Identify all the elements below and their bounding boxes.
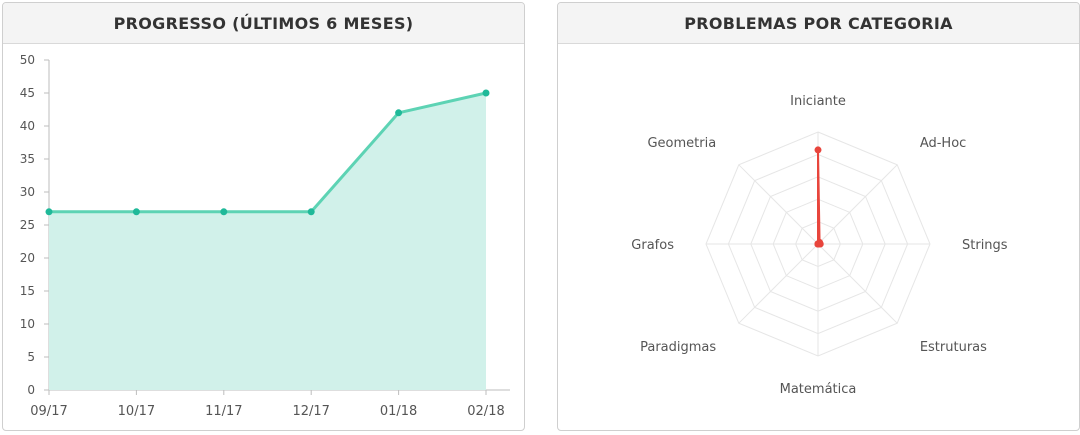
data-point: [395, 109, 403, 117]
x-tick-label: 09/17: [30, 404, 67, 419]
data-point: [132, 208, 140, 216]
radar-series-polygon: [817, 148, 822, 245]
x-tick-label: 11/17: [205, 404, 242, 419]
progress-panel-title: PROGRESSO (ÚLTIMOS 6 MESES): [3, 3, 524, 44]
x-tick-label: 12/17: [292, 404, 329, 419]
radar-data-point: [814, 146, 822, 154]
radar-axis-label: Ad-Hoc: [920, 136, 966, 151]
data-point: [482, 89, 490, 97]
categories-panel: PROBLEMAS POR CATEGORIA Iniciante Ad-Hoc S…: [557, 2, 1080, 431]
radar-axis-label: Grafos: [631, 238, 674, 253]
radar-data-point: [814, 240, 822, 248]
y-tick-label: 30: [20, 185, 35, 199]
radar-axis-label: Strings: [962, 238, 1008, 253]
y-tick-label: 25: [20, 218, 35, 232]
x-tick-label: 10/17: [118, 404, 155, 419]
y-tick-label: 20: [20, 251, 35, 265]
y-tick-label: 50: [20, 53, 35, 67]
y-tick-label: 10: [20, 317, 35, 331]
x-tick-label: 01/18: [380, 404, 417, 419]
x-tick-label: 02/18: [467, 404, 504, 419]
data-point: [307, 208, 315, 216]
y-tick-label: 45: [20, 86, 35, 100]
y-tick-label: 40: [20, 119, 35, 133]
radar-axis-label: Geometria: [647, 136, 716, 151]
y-tick-label: 35: [20, 152, 35, 166]
radar-axis-label: Paradigmas: [640, 340, 716, 355]
y-tick-label: 0: [27, 383, 35, 397]
radar-axis-label: Matemática: [780, 382, 857, 397]
radar-axis-label: Iniciante: [790, 94, 846, 109]
categories-radar-chart: Iniciante Ad-Hoc Strings Estruturas Matemáti…: [631, 94, 1008, 397]
y-tick-label: 5: [27, 350, 35, 364]
area-fill: [49, 93, 486, 390]
data-point: [45, 208, 53, 216]
y-tick-label: 15: [20, 284, 35, 298]
progress-panel: PROGRESSO (ÚLTIMOS 6 MESES) 0 5 10 15 20 25 30…: [2, 2, 525, 431]
data-point: [220, 208, 228, 216]
radar-axis-label: Estruturas: [920, 340, 987, 355]
progress-area-chart: 0 5 10 15 20 25 30 35 40 45 50 09/17 10/17 11/17 12/17…: [20, 53, 510, 419]
categories-panel-title: PROBLEMAS POR CATEGORIA: [558, 3, 1079, 44]
